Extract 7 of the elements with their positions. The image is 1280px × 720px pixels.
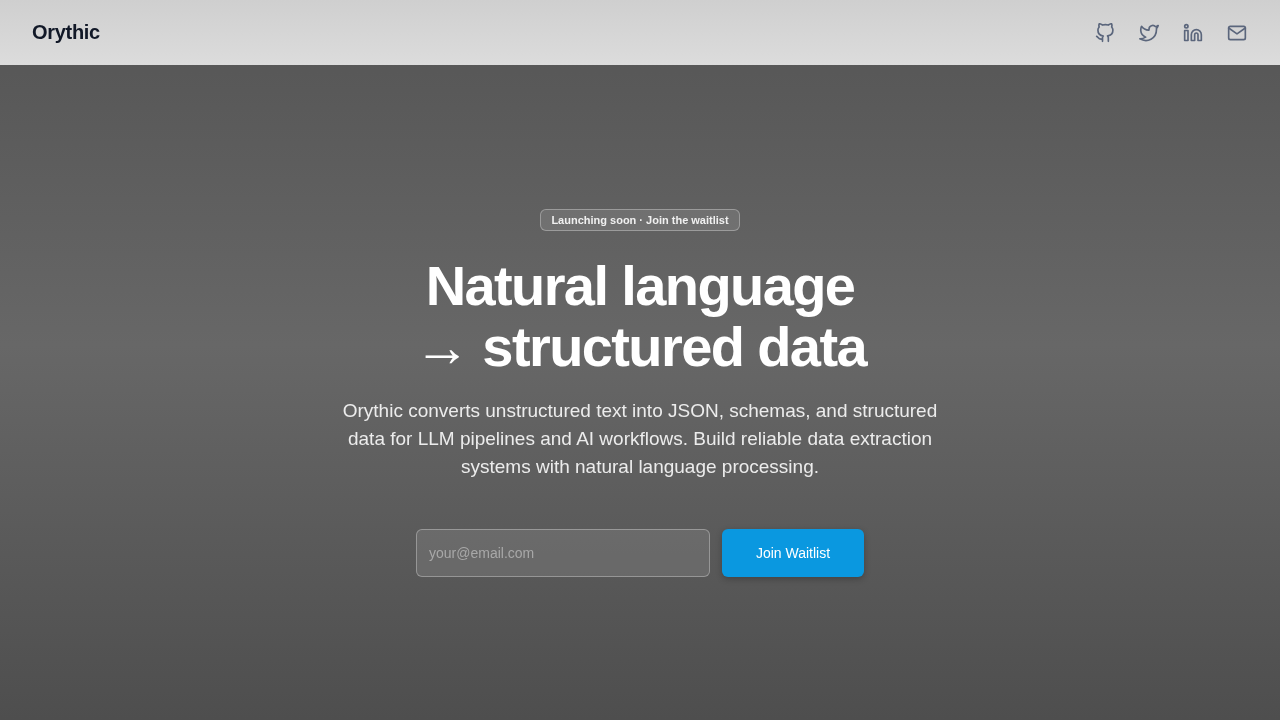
hero-description: Orythic converts unstructured text into JSON, schemas, and structured data for LLM pipelines and AI workflows. Build reliable data extraction systems with natural language processing. [341, 399, 939, 479]
github-icon[interactable] [1095, 22, 1115, 43]
site-logo[interactable]: Orythic [32, 21, 100, 44]
announcement-badge: Launching soon · Join the waitlist [540, 209, 740, 231]
twitter-icon[interactable] [1139, 22, 1159, 43]
linkedin-icon[interactable] [1183, 22, 1203, 43]
hero-heading: Natural language → structured data [414, 255, 866, 377]
